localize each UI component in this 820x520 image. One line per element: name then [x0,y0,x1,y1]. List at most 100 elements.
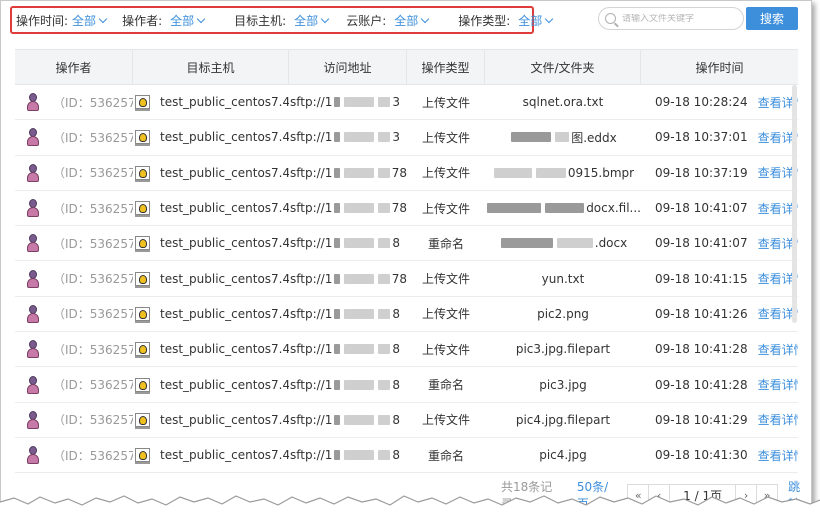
redacted-mask [378,379,391,390]
target-host-cell: test_public_centos7.4 [133,120,289,154]
file-cell: 图.eddx [485,120,641,154]
redacted-mask [378,132,391,143]
host-name: test_public_centos7.4 [160,377,289,392]
target-host-cell: test_public_centos7.4 [133,403,289,437]
filter-cloud-account[interactable]: 云账户: 全部 [346,12,430,29]
user-avatar-icon [25,445,41,465]
redacted-mask [334,132,341,143]
operation-time-cell: 09-18 10:41:07查看详情 [641,191,798,225]
operation-time: 09-18 10:41:07 [655,236,748,251]
operation-time-cell: 09-18 10:41:15查看详情 [641,261,798,295]
operation-type-cell: 上传文件 [421,95,470,110]
filter-operation-type[interactable]: 操作类型: 全部 [458,12,554,29]
operator-cell: （ID：53625767 [15,438,133,472]
operator-id: （ID：53625767 [53,130,133,145]
linux-host-icon [135,412,150,429]
view-details-link[interactable]: 查看详情 [758,411,798,428]
user-avatar-icon [25,339,41,359]
target-host-cell: test_public_centos7.4 [133,191,289,225]
filter-target-host[interactable]: 目标主机: 全部 [234,12,330,29]
operation-time: 09-18 10:41:29 [655,412,748,427]
search-button[interactable]: 搜索 [746,7,798,30]
file-name: yun.txt [541,271,585,286]
redacted-mask [344,203,374,214]
search-input[interactable] [622,13,740,24]
operation-time-cell: 09-18 10:28:24查看详情 [641,85,798,119]
table-row: （ID：53625767 test_public_centos7.4sftp://… [15,367,798,403]
operation-time: 09-18 10:41:28 [655,342,748,357]
operator-cell: （ID：53625767 [15,156,133,190]
redacted-mask [500,238,553,249]
access-address-cell: sftp://1 78 [289,156,407,190]
filter-label: 操作时间: [16,13,69,28]
file-name: pic3.jpg.filepart [515,342,611,357]
redacted-mask [334,308,341,319]
filter-value[interactable]: 全部 [394,12,430,29]
file-name: docx.fil... [586,201,641,216]
file-name: .docx [594,236,628,251]
column-header-file: 文件/文件夹 [485,50,641,84]
host-name: test_public_centos7.4 [160,342,289,357]
filter-value[interactable]: 全部 [518,12,554,29]
view-details-link[interactable]: 查看详情 [758,376,798,393]
file-cell: docx.fil... [485,191,641,225]
operation-time-cell: 09-18 10:41:28 查看详情 [641,332,798,366]
user-avatar-icon [25,410,41,430]
table-row: （ID：53625767 test_public_centos7.4sftp://… [15,297,798,333]
operation-type-cell: 上传文件 [421,166,470,181]
redacted-mask [344,308,375,319]
linux-host-icon [135,271,150,288]
redacted-mask [344,97,375,108]
filter-value[interactable]: 全部 [72,12,108,29]
address-suffix: 8 [392,236,400,251]
file-cell: pic3.jpg.filepart [485,332,641,366]
operator-id: （ID：53625767 [53,201,133,216]
column-header-operation-time: 操作时间 [695,60,744,75]
linux-host-icon [135,306,150,323]
linux-host-icon [135,165,150,182]
vertical-scrollbar[interactable] [792,85,797,323]
file-name: 图.eddx [571,130,617,145]
operation-time-cell: 09-18 10:41:26查看详情 [641,297,798,331]
address-prefix: sftp://1 [290,271,333,286]
view-details-link[interactable]: 查看详情 [758,341,798,358]
operation-time: 09-18 10:41:15 [655,271,748,286]
operation-time: 09-18 10:41:07 [655,201,748,216]
filter-value[interactable]: 全部 [294,12,330,29]
redacted-mask [378,97,391,108]
host-name: test_public_centos7.4 [160,412,289,427]
table-row: （ID：53625767 test_public_centos7.4sftp://… [15,156,798,191]
column-header-target-host: 目标主机 [133,50,289,84]
view-details-link[interactable]: 查看详情 [758,447,798,464]
user-avatar-icon [25,375,41,395]
operation-type-cell: 重命名 [427,448,464,463]
redacted-mask [334,167,341,178]
access-address-cell: sftp://1 3 [289,120,407,154]
table-row: （ID：53625767 test_public_centos7.4sftp://… [15,403,798,438]
column-header-operator: 操作者 [15,50,133,84]
redacted-mask [487,203,542,214]
address-prefix: sftp://1 [290,201,333,216]
operation-type-cell: 上传文件 [421,130,470,145]
redacted-mask [344,132,375,143]
file-cell: yun.txt [485,261,641,295]
filter-value[interactable]: 全部 [170,12,206,29]
user-avatar-icon [25,127,41,147]
operation-type-cell: 上传文件 [421,272,470,287]
search-box[interactable] [598,7,744,30]
operation-type-cell: 重命名 [427,378,464,393]
filter-operator[interactable]: 操作者: 全部 [122,12,206,29]
filter-operation-time[interactable]: 操作时间: 全部 [16,12,108,29]
address-prefix: sftp://1 [290,306,333,321]
address-prefix: sftp://1 [290,95,333,110]
operation-type-cell: 上传文件 [421,413,470,428]
host-name: test_public_centos7.4 [160,448,289,463]
user-avatar-icon [25,269,41,289]
operator-id: （ID：53625767 [53,413,133,428]
access-address-cell: sftp://1 8 [289,297,407,331]
linux-host-icon [135,236,150,253]
redacted-mask [377,273,390,284]
table-row: （ID：53625767 test_public_centos7.4sftp://… [15,85,798,121]
redacted-mask [378,450,391,461]
linux-host-icon [135,130,150,147]
